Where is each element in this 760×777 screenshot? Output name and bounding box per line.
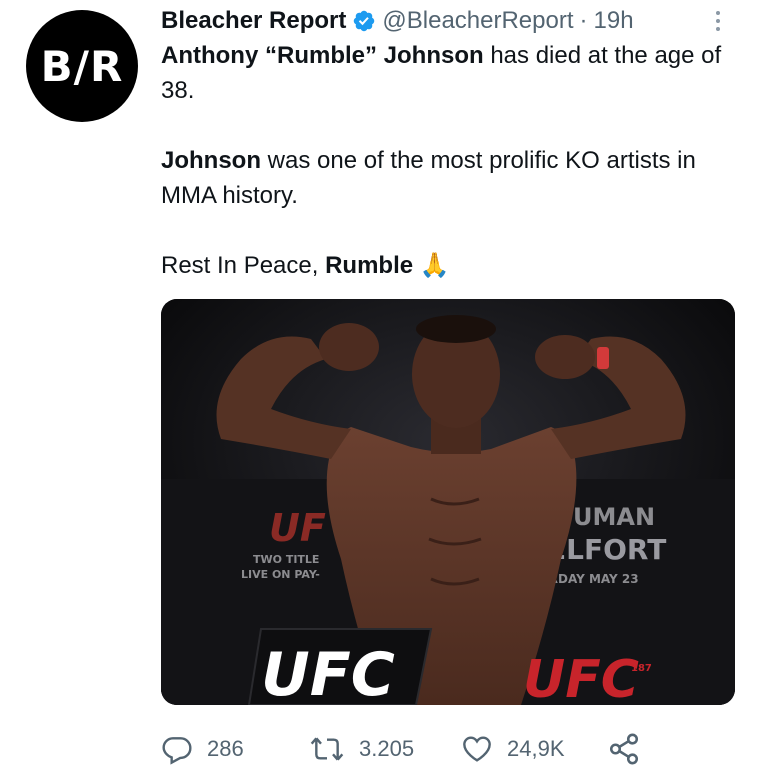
- reply-button[interactable]: 286: [161, 728, 244, 770]
- banner-text: UMAN: [573, 503, 655, 531]
- fighter-photo: UF TWO TITLE LIVE ON PAY- UMAN ELFORT UR…: [161, 299, 735, 705]
- banner-text: TWO TITLE: [253, 553, 319, 566]
- avatar-logo-text: B/R: [40, 41, 124, 91]
- retweet-button[interactable]: 3.205: [309, 728, 414, 770]
- ufc-logo: UFC: [261, 640, 395, 705]
- separator-dot: ·: [579, 7, 588, 34]
- retweet-count: 3.205: [359, 736, 415, 761]
- praying-hands-emoji: 🙏: [419, 252, 450, 279]
- tweet-media-image[interactable]: UF TWO TITLE LIVE ON PAY- UMAN ELFORT UR…: [161, 299, 735, 705]
- tweet-actions: 286 3.205 24,9K: [161, 728, 661, 770]
- tweet-text: Anthony “Rumble” Johnson has died at the…: [161, 38, 731, 283]
- tweet-bold-name: Johnson: [161, 147, 261, 174]
- tweet-bold-name: Anthony “Rumble” Johnson: [161, 42, 484, 69]
- like-icon: [461, 733, 493, 765]
- share-button[interactable]: [607, 728, 641, 770]
- author-handle[interactable]: @BleacherReport: [382, 7, 573, 35]
- event-number: 187: [631, 663, 652, 674]
- tweet-text-span: Rest In Peace,: [161, 252, 326, 279]
- share-icon: [607, 732, 641, 766]
- tweet-timestamp[interactable]: 19h: [594, 7, 634, 35]
- banner-text: UF: [269, 506, 326, 550]
- like-count: 24,9K: [507, 736, 565, 761]
- reply-count: 286: [207, 736, 244, 761]
- avatar[interactable]: B/R: [26, 10, 138, 122]
- like-button[interactable]: 24,9K: [461, 728, 565, 770]
- tweet-header: Bleacher Report @BleacherReport · 19h: [161, 4, 634, 38]
- ufc-logo: UFC: [523, 650, 639, 705]
- tweet-paragraph-1: Anthony “Rumble” Johnson has died at the…: [161, 38, 731, 108]
- tweet-paragraph-3: Rest In Peace, Rumble 🙏: [161, 248, 731, 283]
- more-icon[interactable]: [710, 4, 726, 38]
- banner-text: LIVE ON PAY-: [241, 568, 320, 581]
- author-name[interactable]: Bleacher Report: [161, 7, 346, 35]
- reply-icon: [161, 733, 193, 765]
- retweet-icon: [309, 733, 345, 765]
- verified-badge-icon: [352, 9, 376, 33]
- tweet-paragraph-2: Johnson was one of the most prolific KO …: [161, 143, 731, 213]
- tweet-bold-name: Rumble: [325, 252, 414, 279]
